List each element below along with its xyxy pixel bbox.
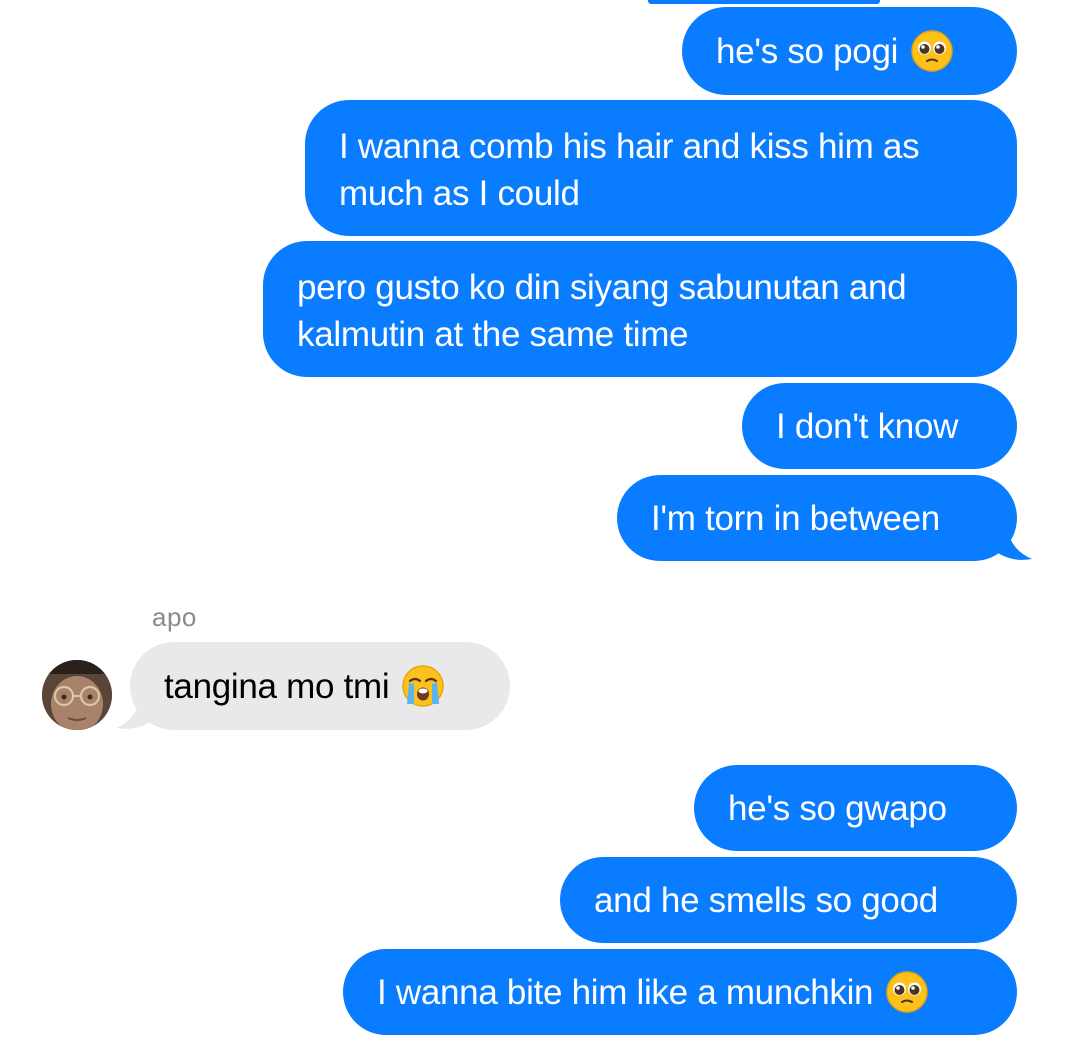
sender-name: apo	[152, 602, 197, 632]
sent-message-bubble[interactable]: pero gusto ko din siyang sabunutan and k…	[263, 241, 1017, 377]
message-text: and he smells so good	[594, 880, 938, 920]
sent-message-bubble[interactable]: he's so pogi	[682, 7, 1017, 95]
message-text: he's so gwapo	[728, 788, 947, 828]
sent-message-bubble[interactable]: he's so gwapo	[694, 765, 1017, 851]
pleading-face-emoji	[910, 29, 954, 73]
contact-avatar[interactable]	[42, 660, 112, 730]
loudly-crying-face-emoji	[401, 664, 445, 708]
message-text: I don't know	[776, 406, 959, 446]
sent-message-bubble[interactable]: and he smells so good	[560, 857, 1017, 943]
sent-message-bubble[interactable]: I wanna bite him like a munchkin	[343, 949, 1017, 1035]
sent-message-bubble[interactable]: I wanna comb his hair and kiss him as mu…	[305, 100, 1017, 236]
message-text-line: pero gusto ko din siyang sabunutan and	[297, 268, 907, 307]
sent-bubble-tail	[992, 521, 1032, 560]
received-message-bubble[interactable]: tangina mo tmi	[130, 642, 510, 730]
message-text-line: I wanna comb his hair and kiss him as	[339, 127, 920, 166]
message-text: tangina mo tmi	[164, 666, 390, 706]
message-text: I wanna bite him like a munchkin	[377, 972, 874, 1012]
message-text-line: much as I could	[339, 174, 580, 213]
message-thread: he's so pogi I wanna comb his hair and k…	[0, 0, 1080, 1041]
message-text: I'm torn in between	[651, 498, 940, 538]
pleading-face-emoji	[885, 970, 929, 1014]
message-text-line: kalmutin at the same time	[297, 315, 689, 354]
sent-message-bubble[interactable]: I'm torn in between	[617, 475, 1017, 561]
previous-message-bubble-edge[interactable]	[648, 0, 880, 4]
sent-message-bubble[interactable]: I don't know	[742, 383, 1017, 469]
message-text: he's so pogi	[716, 31, 899, 71]
